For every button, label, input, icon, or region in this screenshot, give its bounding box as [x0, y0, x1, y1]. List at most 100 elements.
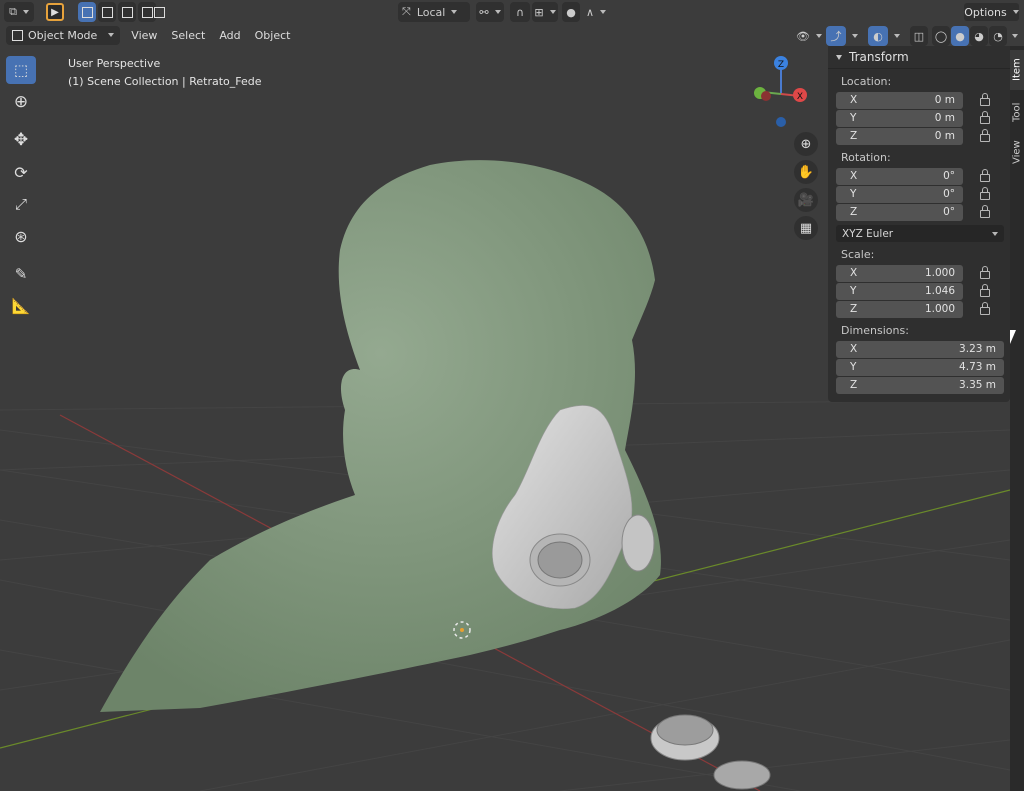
lock-icon[interactable] [980, 266, 990, 279]
zoom-button[interactable]: ⊕ [794, 132, 818, 156]
object-mode-dropdown[interactable]: Object Mode [6, 25, 121, 45]
lock-icon[interactable] [980, 169, 990, 182]
move-tool[interactable]: ✥ [6, 126, 36, 154]
navigation-gizmo[interactable]: Z X [748, 52, 814, 132]
rotation-x-field[interactable]: X 0° [836, 167, 963, 185]
collapse-triangle-icon [836, 54, 842, 60]
location-y-field[interactable]: Y0 m [836, 109, 963, 127]
transform-tool[interactable]: ⊛ [6, 222, 36, 250]
solid-shading-button[interactable]: ● [951, 26, 969, 46]
location-z-field[interactable]: Z0 m [836, 127, 963, 145]
transform-orientation-dropdown[interactable]: ⤧ Local [398, 2, 470, 22]
proportional-edit-toggle[interactable]: ● [562, 2, 580, 22]
falloff-dropdown[interactable]: ∧ [582, 2, 610, 22]
scale-z-field[interactable]: Z 1.000 [836, 300, 963, 318]
scale-tool[interactable]: ⤢ [6, 190, 36, 218]
tool-shelf: ⬚ ⊕ ✥ ⟳ ⤢ ⊛ ✎ 📐 [6, 56, 36, 324]
rotation-z-field[interactable]: Z 0° [836, 203, 963, 221]
dimensions-z-field[interactable]: Z 3.35 m [836, 376, 1004, 394]
xray-toggle[interactable]: ◫ [910, 26, 928, 46]
cursor-tool[interactable]: ⊕ [6, 88, 36, 116]
options-dropdown[interactable]: Options [964, 3, 1019, 21]
scale-z-row: Z 1.000 [836, 300, 1010, 318]
mouse-pointer-icon [1010, 330, 1016, 344]
dimensions-y-field[interactable]: Y 4.73 m [836, 358, 1004, 376]
transform-title: Transform [849, 50, 909, 64]
gizmo-toggle[interactable]: ⤴ [826, 26, 846, 46]
annotate-tool[interactable]: ✎ [6, 260, 36, 288]
editor-type-button[interactable]: ⧉ [4, 2, 34, 22]
gizmo-neg-z [776, 117, 786, 127]
menu-view[interactable]: View [124, 27, 164, 44]
overlays-icon: ◐ [873, 29, 883, 43]
snap-toggle[interactable]: ∩ [510, 2, 530, 22]
select-new-mode-button[interactable] [78, 2, 96, 22]
tab-tool[interactable]: Tool [1010, 94, 1024, 130]
pivot-point-dropdown[interactable]: ⚯ [476, 2, 504, 22]
rotation-y-field[interactable]: Y 0° [836, 185, 963, 203]
dimensions-x-field[interactable]: X 3.23 m [836, 340, 1004, 358]
overlays-toggle[interactable]: ◐ [868, 26, 888, 46]
scale-x-field[interactable]: X 1.000 [836, 264, 963, 282]
rotate-tool[interactable]: ⟳ [6, 158, 36, 186]
select-subtract-mode-button[interactable] [118, 2, 136, 22]
menu-add[interactable]: Add [212, 27, 247, 44]
hand-icon: ✋ [797, 164, 815, 180]
location-y-row: Y0 m [836, 109, 1010, 127]
wireframe-shading-button[interactable]: ◯ [932, 26, 950, 46]
gizmo-dropdown[interactable] [848, 26, 862, 46]
pan-button[interactable]: ✋ [794, 160, 818, 184]
scale-y-field[interactable]: Y 1.046 [836, 282, 963, 300]
gizmo-neg-x [761, 91, 771, 101]
select-new-icon [81, 6, 93, 18]
filter-mesh [713, 760, 771, 790]
select-intersect-mode-button[interactable] [150, 2, 168, 22]
material-sphere-icon: ◕ [974, 29, 984, 43]
lock-icon[interactable] [980, 302, 990, 315]
camera-icon: 🎥 [797, 192, 815, 208]
scale-x-row: X 1.000 [836, 264, 1010, 282]
tab-item[interactable]: Item [1010, 50, 1024, 90]
lock-icon[interactable] [980, 205, 990, 218]
wireframe-sphere-icon: ◯ [934, 29, 948, 43]
xray-icon: ◫ [913, 29, 925, 43]
visibility-dropdown[interactable]: 👁 [796, 26, 822, 46]
dimensions-x-row: X 3.23 m [836, 340, 1010, 358]
magnet-icon: ∩ [515, 5, 525, 19]
tab-view[interactable]: View [1010, 134, 1024, 170]
shading-dropdown[interactable] [1008, 26, 1022, 46]
lock-icon[interactable] [980, 187, 990, 200]
transform-panel-header[interactable]: Transform [828, 46, 1010, 69]
rotate-icon: ⟳ [14, 162, 28, 182]
select-arrow-icon: ⬚ [13, 61, 29, 79]
perspective-label: User Perspective [68, 57, 161, 70]
menu-object[interactable]: Object [248, 27, 298, 44]
location-x-field[interactable]: X0 m [836, 91, 963, 109]
pencil-icon: ✎ [14, 265, 28, 283]
snap-target-dropdown[interactable]: ⊞ [532, 2, 558, 22]
perspective-toggle-button[interactable]: ▦ [794, 216, 818, 240]
overlays-dropdown[interactable] [890, 26, 904, 46]
scale-label: Scale: [841, 248, 875, 261]
transform-panel: Transform Location: X0 m Y0 m Z0 m Rotat… [828, 46, 1010, 402]
sidebar-tabs: Item Tool View [1010, 46, 1024, 791]
select-extend-mode-button[interactable] [98, 2, 116, 22]
material-shading-button[interactable]: ◕ [970, 26, 988, 46]
crosshair-cursor-icon: ⊕ [13, 92, 29, 112]
gizmo-icon: ⤴ [830, 30, 842, 43]
rotation-mode-dropdown[interactable]: XYZ Euler [836, 225, 1004, 242]
lock-icon[interactable] [980, 284, 990, 297]
rendered-shading-button[interactable]: ◔ [989, 26, 1007, 46]
select-tool[interactable]: ⬚ [6, 56, 36, 84]
camera-view-button[interactable]: 🎥 [794, 188, 818, 212]
select-tool-button[interactable]: ▶ [42, 2, 68, 22]
measure-tool[interactable]: 📐 [6, 292, 36, 320]
lock-icon[interactable] [980, 129, 990, 142]
menu-select[interactable]: Select [164, 27, 212, 44]
mask-filter-right [621, 514, 655, 572]
object-mode-icon [12, 29, 23, 41]
solid-sphere-icon: ● [955, 29, 965, 43]
lock-icon[interactable] [980, 93, 990, 106]
lock-icon[interactable] [980, 111, 990, 124]
eye-icon: 👁 [796, 29, 810, 43]
